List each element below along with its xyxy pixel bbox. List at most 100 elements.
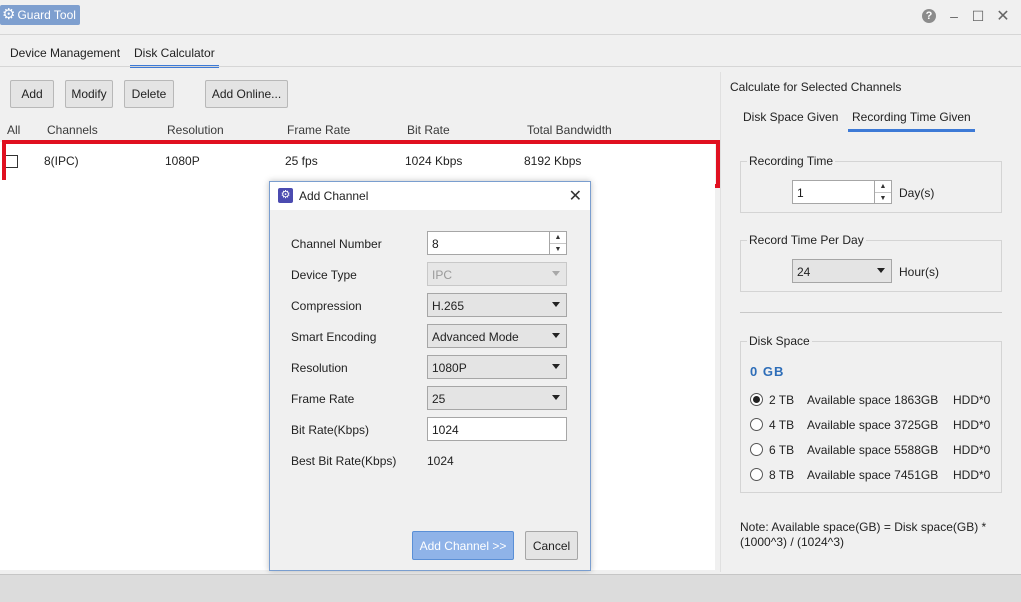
disk-option-available: Available space 5588GB xyxy=(807,443,939,457)
resolution-select[interactable]: 1080P xyxy=(427,355,567,379)
chevron-up-icon[interactable]: ▲ xyxy=(875,181,891,193)
panel-title: Calculate for Selected Channels xyxy=(730,80,902,94)
app-title-badge: ⚙ Guard Tool xyxy=(0,5,80,25)
disk-space-result: 0 GB xyxy=(750,364,785,379)
frame-rate-value: 25 xyxy=(432,392,446,406)
best-bit-rate-label: Best Bit Rate(Kbps) xyxy=(291,454,397,468)
disk-option-size: 2 TB xyxy=(769,393,795,407)
disk-option-available: Available space 7451GB xyxy=(807,468,939,482)
dialog-title-bar: ⚙ Add Channel ✕ xyxy=(270,182,590,210)
frame-rate-select[interactable]: 25 xyxy=(427,386,567,410)
close-button[interactable]: ✕ xyxy=(994,6,1012,26)
help-button[interactable]: ? xyxy=(920,6,938,26)
col-channels[interactable]: Channels xyxy=(47,123,98,137)
col-total-bandwidth[interactable]: Total Bandwidth xyxy=(527,123,612,137)
disk-option-hdd: HDD*0 xyxy=(953,443,991,457)
tab-recording-time-given[interactable]: Recording Time Given xyxy=(848,109,975,132)
close-icon[interactable]: ✕ xyxy=(569,186,582,206)
smart-encoding-label: Smart Encoding xyxy=(291,330,377,344)
help-icon: ? xyxy=(922,9,936,23)
chevron-down-icon xyxy=(552,302,560,307)
col-bit-rate[interactable]: Bit Rate xyxy=(407,123,450,137)
minimize-button[interactable]: – xyxy=(945,6,963,26)
chevron-down-icon xyxy=(552,271,560,276)
title-bar: ⚙ Guard Tool ? – ☐ ✕ xyxy=(0,0,1021,34)
resolution-value: 1080P xyxy=(432,361,467,375)
chevron-down-icon[interactable]: ▼ xyxy=(875,193,891,204)
record-time-per-day-value: 24 xyxy=(797,265,811,279)
compression-value: H.265 xyxy=(432,299,465,313)
col-resolution[interactable]: Resolution xyxy=(167,123,224,137)
device-type-select: IPC xyxy=(427,262,567,286)
bit-rate-input[interactable]: 1024 xyxy=(427,417,567,441)
col-all[interactable]: All xyxy=(7,123,20,137)
cancel-button[interactable]: Cancel xyxy=(525,531,578,560)
disk-option-available: Available space 1863GB xyxy=(807,393,939,407)
chevron-down-icon xyxy=(552,395,560,400)
calculation-panel: Calculate for Selected Channels Disk Spa… xyxy=(720,72,1021,572)
recording-time-value: 1 xyxy=(797,186,804,200)
compression-label: Compression xyxy=(291,299,362,313)
recording-time-group: Recording Time 1 ▲ ▼ Day(s) xyxy=(740,154,1002,213)
stepper-arrows[interactable]: ▲ ▼ xyxy=(874,181,891,203)
chevron-down-icon xyxy=(877,268,885,273)
tab-disk-space-given[interactable]: Disk Space Given xyxy=(739,109,842,129)
channel-number-stepper[interactable]: 8 ▲ ▼ xyxy=(427,231,567,255)
add-button[interactable]: Add xyxy=(10,80,54,108)
bit-rate-label: Bit Rate(Kbps) xyxy=(291,423,370,437)
disk-option-hdd: HDD*0 xyxy=(953,418,991,432)
disk-option-4tb-radio[interactable] xyxy=(750,418,763,431)
recording-time-unit: Day(s) xyxy=(899,186,935,200)
disk-option-8tb-radio[interactable] xyxy=(750,468,763,481)
table-header: All Channels Resolution Frame Rate Bit R… xyxy=(0,118,715,140)
maximize-button[interactable]: ☐ xyxy=(969,6,987,26)
gear-icon: ⚙ xyxy=(278,188,293,203)
delete-button[interactable]: Delete xyxy=(124,80,174,108)
divider xyxy=(0,66,1021,67)
channel-number-label: Channel Number xyxy=(291,237,382,251)
chevron-down-icon xyxy=(552,333,560,338)
channel-number-value: 8 xyxy=(432,237,439,251)
record-time-per-day-label: Record Time Per Day xyxy=(747,233,866,247)
device-type-value: IPC xyxy=(432,268,453,282)
disk-option-available: Available space 3725GB xyxy=(807,418,939,432)
note-text: Note: Available space(GB) = Disk space(G… xyxy=(740,520,987,549)
disk-option-size: 4 TB xyxy=(769,418,795,432)
disk-option-size: 8 TB xyxy=(769,468,795,482)
smart-encoding-select[interactable]: Advanced Mode xyxy=(427,324,567,348)
status-bar xyxy=(0,574,1021,602)
record-time-per-day-group: Record Time Per Day 24 Hour(s) xyxy=(740,233,1002,292)
recording-time-stepper[interactable]: 1 ▲ ▼ xyxy=(792,180,892,204)
frame-rate-label: Frame Rate xyxy=(291,392,355,406)
smart-encoding-value: Advanced Mode xyxy=(432,330,519,344)
dialog-title: Add Channel xyxy=(299,189,369,203)
disk-space-label: Disk Space xyxy=(747,334,812,348)
chevron-up-icon[interactable]: ▲ xyxy=(550,232,566,244)
tab-disk-calculator[interactable]: Disk Calculator xyxy=(130,45,219,68)
disk-option-2tb-radio[interactable] xyxy=(750,393,763,406)
col-frame-rate[interactable]: Frame Rate xyxy=(287,123,350,137)
best-bit-rate-value: 1024 xyxy=(427,454,454,468)
app-title: Guard Tool xyxy=(17,8,76,22)
divider xyxy=(0,34,1021,35)
record-time-per-day-unit: Hour(s) xyxy=(899,265,940,279)
divider xyxy=(740,312,1002,313)
gear-icon: ⚙ xyxy=(2,6,16,23)
tab-device-management[interactable]: Device Management xyxy=(6,45,124,65)
modify-button[interactable]: Modify xyxy=(65,80,113,108)
chevron-down-icon xyxy=(552,364,560,369)
add-channel-button[interactable]: Add Channel >> xyxy=(412,531,514,560)
disk-option-6tb-radio[interactable] xyxy=(750,443,763,456)
disk-option-size: 6 TB xyxy=(769,443,795,457)
disk-option-hdd: HDD*0 xyxy=(953,393,991,407)
add-channel-dialog: ⚙ Add Channel ✕ Channel Number 8 ▲ ▼ Devi… xyxy=(269,181,591,571)
stepper-arrows[interactable]: ▲ ▼ xyxy=(549,232,566,254)
recording-time-label: Recording Time xyxy=(747,154,836,168)
chevron-down-icon[interactable]: ▼ xyxy=(550,244,566,255)
device-type-label: Device Type xyxy=(291,268,357,282)
compression-select[interactable]: H.265 xyxy=(427,293,567,317)
record-time-per-day-select[interactable]: 24 xyxy=(792,259,892,283)
add-online-button[interactable]: Add Online... xyxy=(205,80,288,108)
bit-rate-value: 1024 xyxy=(432,423,459,437)
resolution-label: Resolution xyxy=(291,361,348,375)
